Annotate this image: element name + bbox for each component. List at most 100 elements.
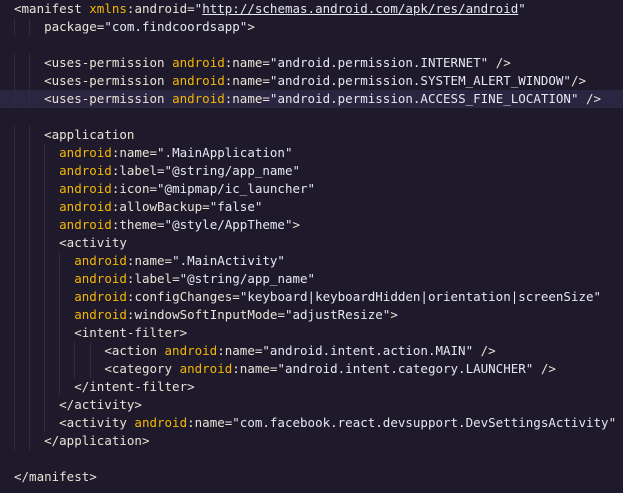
code-text: <activity <box>59 235 127 250</box>
indent-guide <box>59 378 61 396</box>
indent-guide <box>14 198 15 216</box>
indent-guide <box>44 252 46 270</box>
code-line[interactable]: <category android:name="android.intent.c… <box>0 360 623 378</box>
indent-guide <box>29 360 31 378</box>
code-text: <uses-permission android:name="android.p… <box>44 55 511 70</box>
code-line[interactable]: android:windowSoftInputMode="adjustResiz… <box>0 306 623 324</box>
indent-guide <box>29 306 31 324</box>
indent-guide <box>29 432 31 450</box>
code-text: <uses-permission android:name="android.p… <box>44 91 602 106</box>
code-line[interactable]: <manifest xmlns:android="http://schemas.… <box>0 0 623 18</box>
indent-guide <box>29 90 31 108</box>
code-text: android:name=".MainActivity" <box>74 253 285 268</box>
indent-guide <box>59 342 61 360</box>
indent-guide <box>14 234 15 252</box>
indent-guide <box>59 306 61 324</box>
indent-guide <box>44 198 46 216</box>
indent-guide <box>59 360 61 378</box>
indent-guide <box>14 432 15 450</box>
code-line[interactable]: android:label="@string/app_name" <box>0 270 623 288</box>
code-line[interactable]: android:name=".MainApplication" <box>0 144 623 162</box>
indent-guide <box>14 72 15 90</box>
indent-guide <box>14 360 15 378</box>
code-editor[interactable]: <manifest xmlns:android="http://schemas.… <box>0 0 623 493</box>
indent-guide <box>14 378 15 396</box>
code-text: <activity android:name="com.facebook.rea… <box>59 415 617 430</box>
code-text: android:icon="@mipmap/ic_launcher" <box>59 181 316 196</box>
code-line[interactable] <box>0 36 623 54</box>
indent-guide <box>74 342 76 360</box>
indent-guide <box>59 270 61 288</box>
code-line[interactable]: android:configChanges="keyboard|keyboard… <box>0 288 623 306</box>
indent-guide <box>44 396 46 414</box>
code-text: </application> <box>44 433 150 448</box>
indent-guide <box>14 324 15 342</box>
code-text: <category android:name="android.intent.c… <box>104 361 556 376</box>
code-text: </intent-filter> <box>74 379 195 394</box>
code-line[interactable]: <application <box>0 126 623 144</box>
code-text: android:configChanges="keyboard|keyboard… <box>74 289 602 304</box>
code-line[interactable]: <intent-filter> <box>0 324 623 342</box>
code-line[interactable]: android:allowBackup="false" <box>0 198 623 216</box>
code-line[interactable]: </manifest> <box>0 468 623 486</box>
indent-guide <box>14 288 15 306</box>
code-text: package="com.findcoordsapp"> <box>44 19 255 34</box>
indent-guide <box>29 162 31 180</box>
code-line[interactable]: <uses-permission android:name="android.p… <box>0 54 623 72</box>
code-text: <application <box>44 127 135 142</box>
indent-guide <box>14 54 15 72</box>
code-text: android:name=".MainApplication" <box>59 145 293 160</box>
code-text: </activity> <box>59 397 142 412</box>
code-line[interactable]: android:theme="@style/AppTheme"> <box>0 216 623 234</box>
code-text: <uses-permission android:name="android.p… <box>44 73 587 88</box>
code-line[interactable] <box>0 108 623 126</box>
indent-guide <box>74 360 76 378</box>
indent-guide <box>59 324 61 342</box>
code-line[interactable]: android:label="@string/app_name" <box>0 162 623 180</box>
indent-guide <box>44 342 46 360</box>
indent-guide <box>29 288 31 306</box>
code-text: android:allowBackup="false" <box>59 199 263 214</box>
indent-guide <box>59 288 61 306</box>
code-line[interactable]: android:name=".MainActivity" <box>0 252 623 270</box>
indent-guide <box>44 234 46 252</box>
indent-guide <box>29 378 31 396</box>
indent-guide <box>29 252 31 270</box>
code-text: android:windowSoftInputMode="adjustResiz… <box>74 307 398 322</box>
code-line[interactable] <box>0 450 623 468</box>
indent-guide <box>89 342 91 360</box>
indent-guide <box>14 396 15 414</box>
indent-guide <box>44 414 46 432</box>
code-line[interactable]: </activity> <box>0 396 623 414</box>
indent-guide <box>44 162 46 180</box>
code-line[interactable]: </intent-filter> <box>0 378 623 396</box>
indent-guide <box>14 270 15 288</box>
indent-guide <box>29 72 31 90</box>
code-line[interactable]: <action android:name="android.intent.act… <box>0 342 623 360</box>
code-line[interactable]: <activity <box>0 234 623 252</box>
indent-guide <box>44 324 46 342</box>
indent-guide <box>29 144 31 162</box>
indent-guide <box>44 180 46 198</box>
indent-guide <box>14 414 15 432</box>
code-line[interactable]: android:icon="@mipmap/ic_launcher" <box>0 180 623 198</box>
indent-guide <box>44 270 46 288</box>
indent-guide <box>29 216 31 234</box>
indent-guide <box>14 216 15 234</box>
code-line[interactable]: package="com.findcoordsapp"> <box>0 18 623 36</box>
indent-guide <box>29 180 31 198</box>
indent-guide <box>29 198 31 216</box>
indent-guide <box>44 144 46 162</box>
indent-guide <box>29 54 31 72</box>
code-line[interactable]: <activity android:name="com.facebook.rea… <box>0 414 623 432</box>
code-line[interactable]: <uses-permission android:name="android.p… <box>0 72 623 90</box>
code-line[interactable]: <uses-permission android:name="android.p… <box>0 90 623 108</box>
indent-guide <box>14 126 15 144</box>
indent-guide <box>14 144 15 162</box>
indent-guide <box>44 378 46 396</box>
indent-guide <box>29 414 31 432</box>
code-line[interactable]: </application> <box>0 432 623 450</box>
indent-guide <box>29 270 31 288</box>
indent-guide <box>44 216 46 234</box>
indent-guide <box>14 90 15 108</box>
